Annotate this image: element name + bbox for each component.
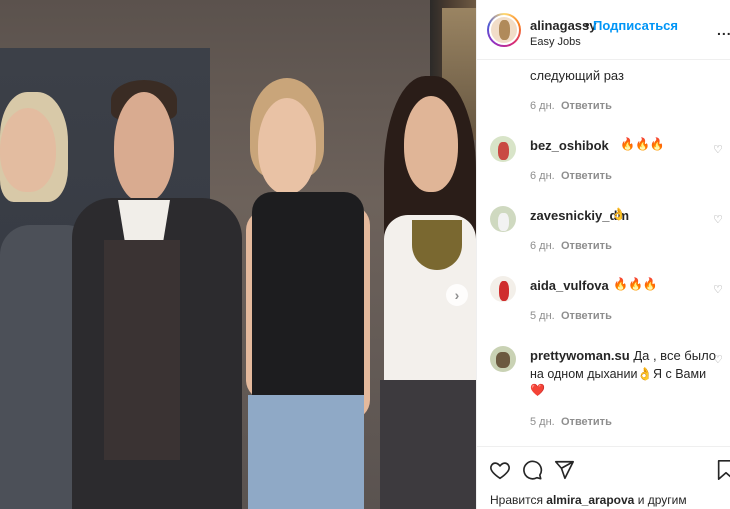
avatar[interactable]: [490, 136, 516, 162]
comment-text: 🔥🔥🔥: [613, 277, 658, 291]
like-comment-heart-icon[interactable]: ♡: [713, 213, 723, 226]
comments-list: следующий раз 6 дн. Ответить bez_oshibok…: [477, 60, 730, 445]
comment-age: 6 дн.: [530, 240, 555, 252]
comment-text-line-3: ❤️: [530, 383, 545, 397]
header-separator: •: [585, 17, 590, 32]
post-photo[interactable]: ›: [0, 0, 476, 509]
avatar-image: [489, 15, 519, 45]
avatar[interactable]: [490, 206, 516, 232]
post-header: alinagassy • Подписаться Easy Jobs ...: [477, 0, 730, 60]
like-comment-heart-icon[interactable]: ♡: [713, 353, 723, 366]
comment-age: 5 дн.: [530, 416, 555, 428]
bookmark-icon[interactable]: [715, 459, 730, 481]
reply-button[interactable]: Ответить: [561, 240, 612, 252]
likes-user[interactable]: almira_arapova: [546, 493, 634, 507]
comment-icon[interactable]: [521, 459, 543, 481]
reply-button[interactable]: Ответить: [561, 310, 612, 322]
heart-icon[interactable]: [489, 459, 511, 481]
comment-text: 🔥🔥🔥: [620, 137, 665, 151]
like-comment-heart-icon[interactable]: ♡: [713, 143, 723, 156]
likes-prefix: Нравится: [490, 493, 543, 507]
post-actions: Нравится almira_arapova и другим: [477, 446, 730, 509]
comment-username[interactable]: aida_vulfova: [530, 278, 609, 293]
avatar[interactable]: [490, 346, 516, 372]
comment-text-line-2: на одном дыхании👌Я с Вами: [530, 367, 707, 381]
likes-suffix[interactable]: и другим: [638, 493, 687, 507]
reply-button[interactable]: Ответить: [561, 170, 612, 182]
comment-text-line-1: prettywoman.su Да , все было: [530, 348, 716, 363]
comment-text: Да , все было: [633, 348, 717, 363]
comment-username[interactable]: prettywoman.su: [530, 348, 630, 363]
next-photo-button[interactable]: ›: [446, 284, 468, 306]
reply-button[interactable]: Ответить: [561, 416, 612, 428]
author-avatar[interactable]: [487, 13, 521, 47]
share-icon[interactable]: [553, 459, 575, 481]
post-sidebar: alinagassy • Подписаться Easy Jobs ... с…: [476, 0, 730, 509]
chevron-right-icon: ›: [454, 287, 460, 303]
comment-username[interactable]: bez_oshibok: [530, 138, 609, 153]
comment-age: 5 дн.: [530, 310, 555, 322]
comment-text: 👌: [611, 207, 626, 221]
comment-age: 6 дн.: [530, 170, 555, 182]
reply-button[interactable]: Ответить: [561, 100, 612, 112]
comment-age: 6 дн.: [530, 100, 555, 112]
avatar[interactable]: [490, 276, 516, 302]
comment-text: следующий раз: [530, 68, 624, 83]
post-location[interactable]: Easy Jobs: [530, 36, 581, 48]
follow-button[interactable]: Подписаться: [593, 18, 678, 33]
more-options-button[interactable]: ...: [717, 22, 730, 38]
likes-summary: Нравится almira_arapova и другим: [490, 493, 687, 507]
like-comment-heart-icon[interactable]: ♡: [713, 283, 723, 296]
